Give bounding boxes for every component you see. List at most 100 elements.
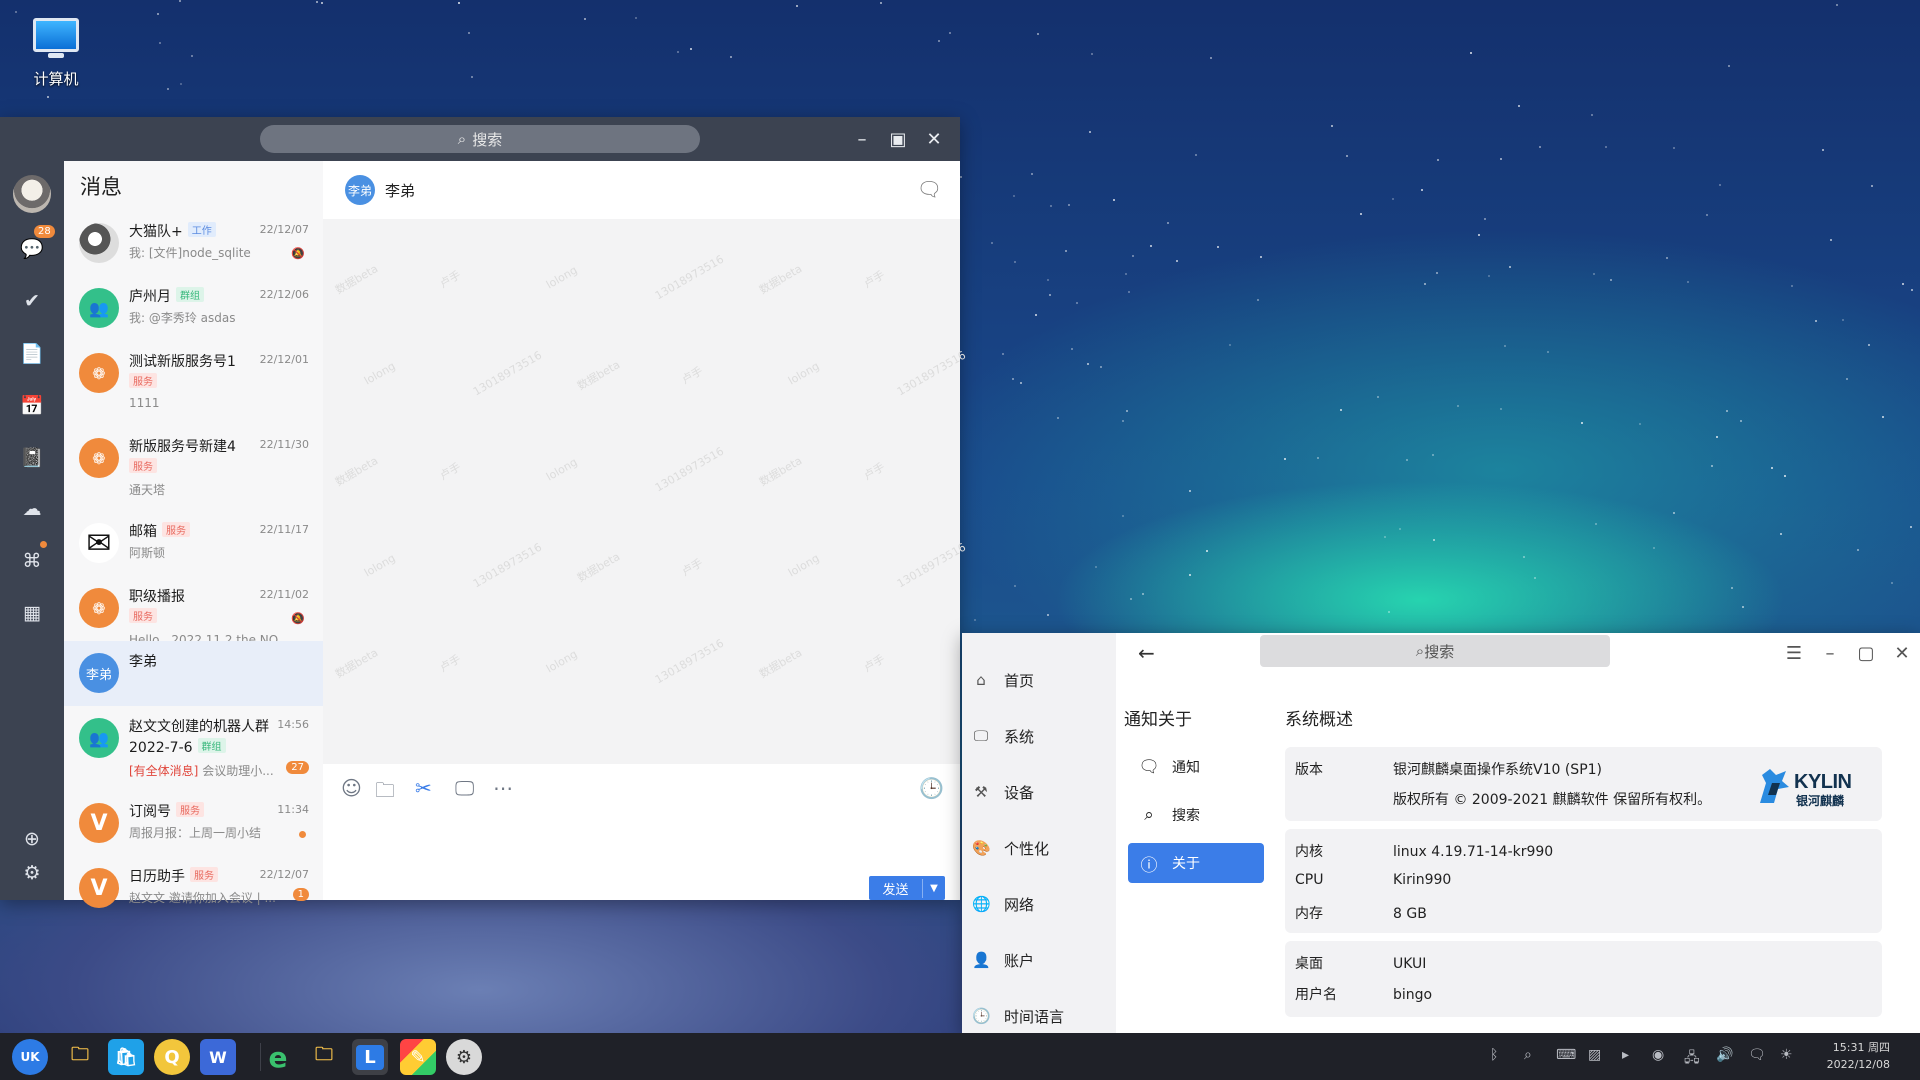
conversation-preview: 我: [文件]node_sqlite <box>129 244 279 261</box>
monitor-icon <box>33 18 79 58</box>
volume-icon[interactable]: 🔊 <box>1716 1047 1733 1063</box>
message-compose-area[interactable]: ☺ 🗀 ✂ 🖵 ⋯ 🕒 发送 ▼ <box>323 764 960 900</box>
unread-badge: 28 <box>34 225 55 238</box>
conversation-item[interactable]: ❁ 职级播报 服务 22/11/02 Hello，2022.11.2 the NO1 🔕 <box>64 576 323 647</box>
close-button[interactable]: ✕ <box>1884 635 1920 671</box>
maximize-button[interactable]: ▣ <box>880 121 916 157</box>
brightness-icon[interactable]: ☀ <box>1780 1047 1793 1063</box>
notebook-icon[interactable]: 📓 <box>20 445 44 469</box>
messages-icon[interactable]: 💬 <box>20 236 44 260</box>
desktop-label: 桌面 <box>1295 956 1323 972</box>
settings-nav-item[interactable]: 👤 账户 <box>972 943 1034 977</box>
add-member-icon[interactable]: 🗨 <box>917 177 942 201</box>
bluetooth-icon[interactable]: ᛒ <box>1490 1047 1498 1063</box>
notification-center-icon[interactable]: 🗨 <box>1748 1047 1766 1063</box>
browser-qq-icon[interactable]: Q <box>154 1039 190 1075</box>
watermark-text: 数据beta <box>575 358 623 393</box>
edge-browser-icon[interactable]: e <box>260 1039 296 1075</box>
settings-nav-item[interactable]: 🎨 个性化 <box>972 831 1049 865</box>
send-button[interactable]: 发送 ▼ <box>869 876 945 900</box>
add-icon[interactable]: ⊕ <box>20 827 44 851</box>
settings-search-bar[interactable]: ⌕ 搜索 <box>1260 635 1610 667</box>
kylin-logo-text: KYLIN <box>1794 771 1852 793</box>
settings-gear-icon[interactable]: ⚙ <box>20 861 44 885</box>
calendar-icon[interactable]: 📅 <box>20 393 44 417</box>
conversation-name: 订阅号 服务 <box>129 801 204 821</box>
network-icon[interactable]: 🖧 <box>1684 1047 1700 1071</box>
tray-expand-icon[interactable]: ▸ <box>1622 1047 1629 1063</box>
settings-nav-item[interactable]: 🌐 网络 <box>972 887 1034 921</box>
conversation-name: 邮箱 服务 <box>129 521 190 541</box>
software-store-icon[interactable]: 🛍 <box>108 1039 144 1075</box>
subnav-item-search[interactable]: ⌕ 搜索 <box>1128 795 1264 835</box>
user-icon: 👤 <box>972 951 991 969</box>
record-icon[interactable]: ◉ <box>1652 1047 1664 1063</box>
cpu-label: CPU <box>1295 872 1324 888</box>
tasks-icon[interactable]: ✔ <box>20 289 44 313</box>
conversation-item[interactable]: 👥 赵文文创建的机器人群 2022-7-6 群组 14:56 [有全体消息] 会议助理小.… <box>64 706 323 791</box>
scissors-icon[interactable]: ✂ <box>415 776 432 800</box>
cloud-icon[interactable]: ☁ <box>20 497 44 521</box>
settings-nav-item[interactable]: ⚒ 设备 <box>972 775 1034 809</box>
desktop-value: UKUI <box>1393 956 1427 972</box>
conversation-item[interactable]: V 订阅号 服务 11:34 周报月报：上周一周小结 <box>64 791 323 856</box>
taskbar-clock[interactable]: 15:31 周四 2022/12/08 <box>1827 1039 1890 1073</box>
conversation-item[interactable]: 👥 庐州月 群组 22/12/06 我: @李秀玲 asdas <box>64 276 323 341</box>
compass-icon[interactable]: ⌘ <box>20 549 44 573</box>
conversation-preview: 通天塔 <box>129 481 279 498</box>
conversation-time: 11:34 <box>277 803 309 816</box>
contact-avatar[interactable]: 李弟 <box>345 175 375 205</box>
start-menu-button[interactable]: UK <box>12 1039 48 1075</box>
emoji-icon[interactable]: ☺ <box>341 776 362 800</box>
conversation-name: 赵文文创建的机器人群 <box>129 716 269 736</box>
conversation-item[interactable]: 李弟 李弟 <box>64 641 323 706</box>
conversation-item[interactable]: ✉ 邮箱 服务 22/11/17 阿斯顿 <box>64 511 323 576</box>
chat-search-bar[interactable]: ⌕ 搜索 <box>260 125 700 153</box>
user-avatar[interactable] <box>13 175 51 213</box>
minimize-button[interactable]: – <box>844 121 880 157</box>
mention-alert: [有全体消息] <box>129 764 199 778</box>
settings-nav-item[interactable]: 🖵 系统 <box>972 719 1034 753</box>
conversation-preview-text: 赵文文 邀请你加入会议 | ... <box>129 891 276 905</box>
conversation-item[interactable]: 大猫队+ 工作 22/12/07 我: [文件]node_sqlite 🔕 <box>64 211 323 276</box>
maximize-button[interactable]: ▢ <box>1848 635 1884 671</box>
subnav-item-notifications[interactable]: 🗨 通知 <box>1128 747 1264 787</box>
watermark-text: lolong <box>543 263 580 292</box>
watermark-text: 数据beta <box>757 262 805 297</box>
more-icon[interactable]: ⋯ <box>493 776 513 800</box>
conversation-item[interactable]: ❁ 测试新版服务号1 服务 22/12/01 1111 <box>64 341 323 426</box>
close-button[interactable]: ✕ <box>916 121 952 157</box>
minimize-button[interactable]: – <box>1812 635 1848 671</box>
search-icon[interactable]: ⌕ <box>1524 1047 1532 1063</box>
image-viewer-icon[interactable]: ▨ <box>1588 1047 1601 1063</box>
history-clock-icon[interactable]: 🕒 <box>919 776 944 800</box>
star-decoration <box>1546 350 1549 353</box>
star-decoration <box>1205 549 1208 552</box>
content-title: 系统概述 <box>1285 710 1353 730</box>
folder-icon[interactable]: 🗀 <box>306 1039 342 1075</box>
draw-app-icon[interactable]: ✎ <box>400 1039 436 1075</box>
screen-share-icon[interactable]: 🖵 <box>455 776 474 800</box>
documents-icon[interactable]: 📄 <box>20 341 44 365</box>
settings-nav-item[interactable]: 🕒 时间语言 <box>972 999 1064 1033</box>
star-decoration <box>320 1 323 4</box>
menu-icon[interactable]: ☰ <box>1776 635 1812 671</box>
clock-date: 2022/12/08 <box>1826 1058 1890 1071</box>
conversation-item[interactable]: V 日历助手 服务 22/12/07 赵文文 邀请你加入会议 | ... 1 <box>64 856 323 921</box>
wps-writer-icon[interactable]: W <box>200 1039 236 1075</box>
computer-desktop-icon[interactable]: 计算机 <box>24 18 88 89</box>
apps-icon[interactable]: ▦ <box>20 601 44 625</box>
folder-icon[interactable]: 🗀 <box>375 776 395 810</box>
back-arrow-icon[interactable]: ← <box>1138 641 1155 665</box>
chat-app-icon[interactable]: L <box>352 1039 388 1075</box>
subnav-item-about[interactable]: ⓘ 关于 <box>1128 843 1264 883</box>
chat-search-placeholder: 搜索 <box>472 130 503 149</box>
conversation-time: 22/12/01 <box>259 353 309 366</box>
settings-app-icon[interactable]: ⚙ <box>446 1039 482 1075</box>
keyboard-icon[interactable]: ⌨ <box>1556 1047 1576 1063</box>
file-manager-icon[interactable]: 🗀 <box>62 1039 98 1075</box>
conversation-item[interactable]: ❁ 新版服务号新建4 服务 22/11/30 通天塔 <box>64 426 323 511</box>
star-decoration <box>729 56 732 59</box>
chevron-down-icon[interactable]: ▼ <box>923 883 945 894</box>
settings-nav-item[interactable]: ⌂ 首页 <box>972 663 1034 697</box>
